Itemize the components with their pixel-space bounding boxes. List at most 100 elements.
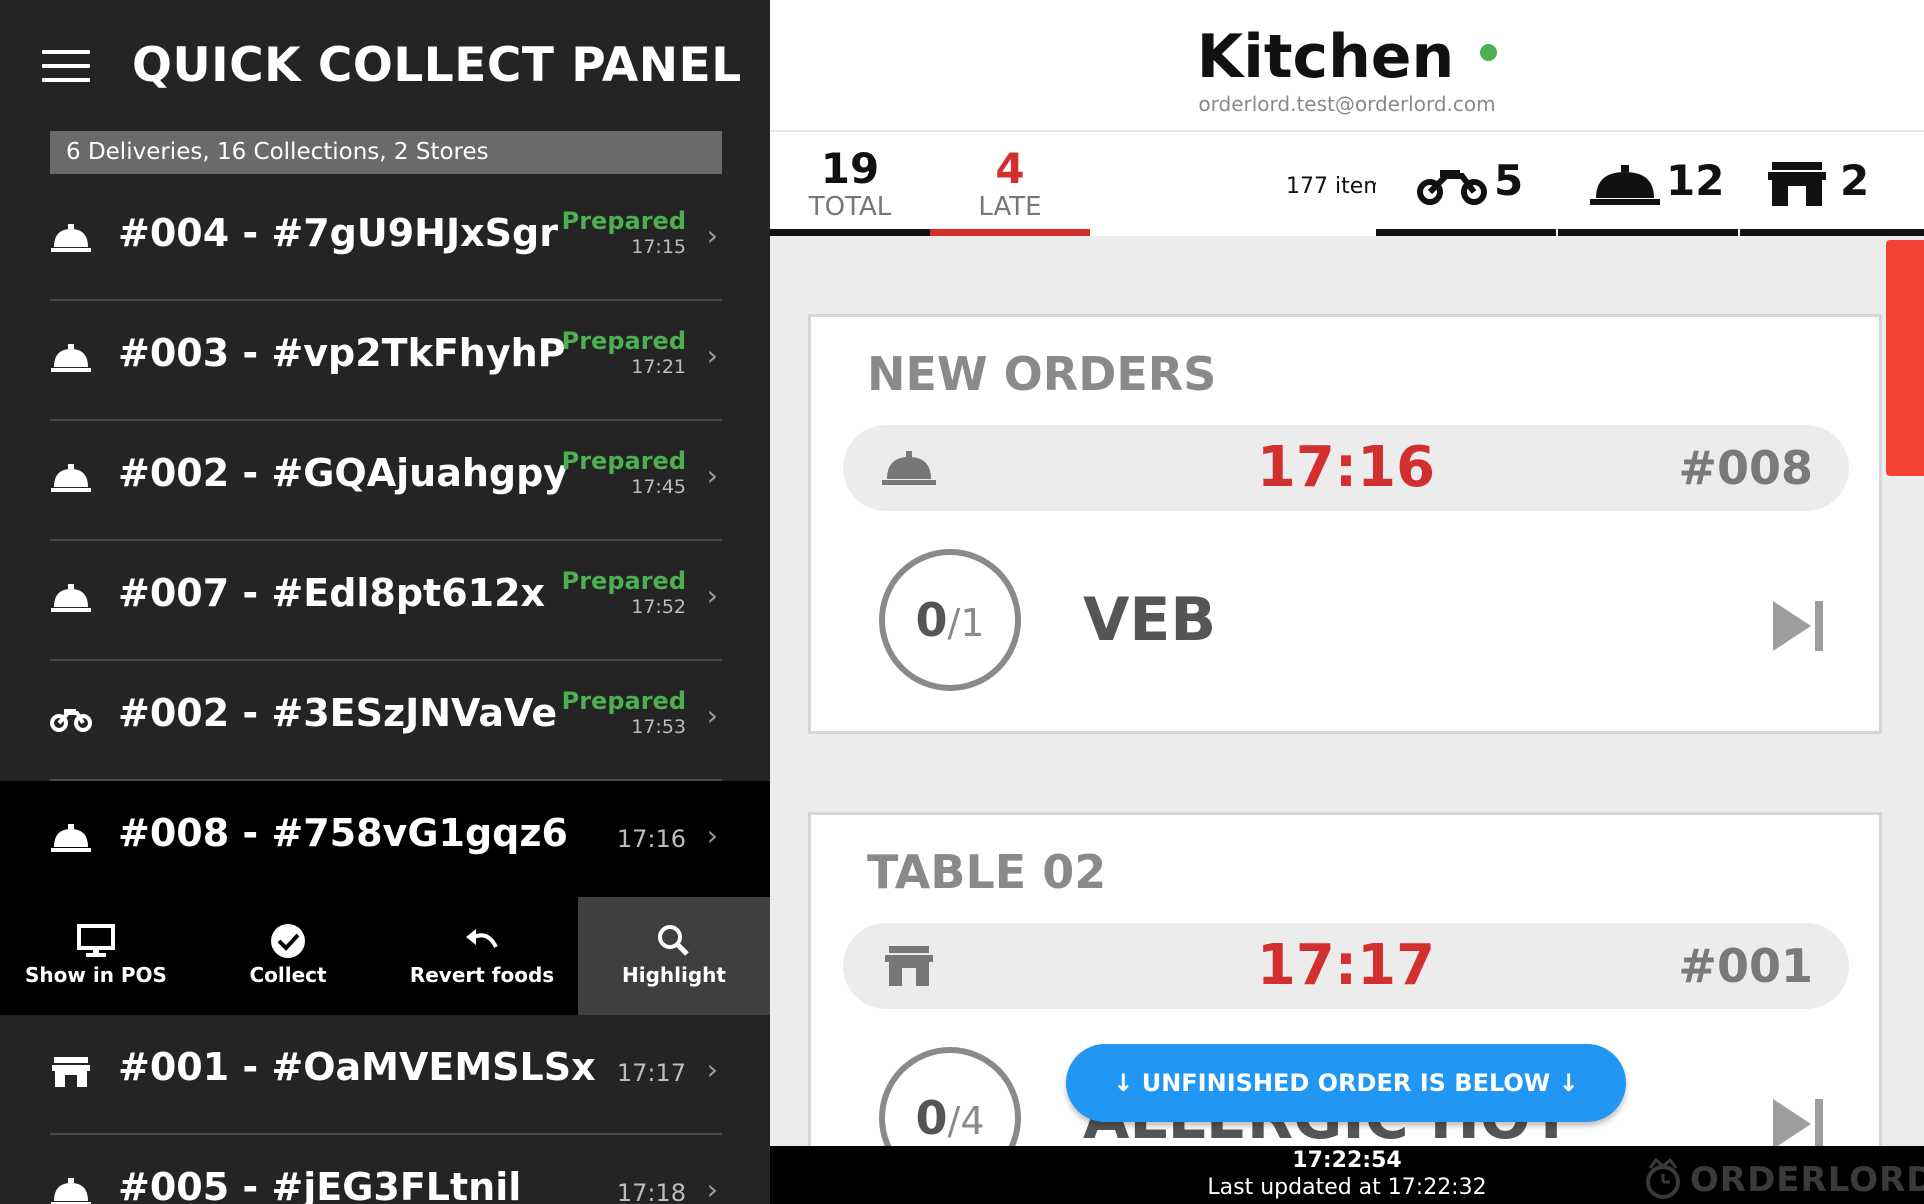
motorbike-icon [50,709,92,732]
cloche-icon [51,1178,91,1204]
tab-underline [1376,229,1556,236]
collection-filter[interactable]: 12 [1558,132,1738,236]
cloche-icon [51,824,91,852]
late-label: LATE [978,192,1042,222]
order-row-selected[interactable]: #008 - #758vG1gqz6 17:16 › [0,781,770,901]
action-label: Collect [249,963,327,987]
tab-underline [770,229,930,236]
total-label: TOTAL [808,192,892,222]
collection-count: 12 [1666,156,1725,205]
show-in-pos-button[interactable]: Show in POS [0,897,192,1015]
cloche-icon [1590,165,1660,205]
order-row[interactable]: #007 - #Edl8pt612x Prepared 17:52 › [0,541,770,661]
cloche-icon [51,344,91,372]
status-text: Prepared [561,327,686,355]
tab-underline [1558,229,1738,236]
action-label: Revert foods [409,963,555,987]
order-stats-bar: 19 TOTAL 4 LATE 177 items 5 12 2 [770,130,1924,236]
order-header-pill[interactable]: 17:16 #008 [843,425,1849,511]
user-email: orderlord.test@orderlord.com [1198,92,1496,116]
status-text: Prepared [561,687,686,715]
revert-foods-button[interactable]: Revert foods [386,897,578,1015]
chevron-right-icon: › [706,1053,718,1086]
delivery-count: 5 [1494,156,1524,205]
order-card: NEW ORDERS 17:16 #008 0/1 VEB [808,314,1882,734]
order-row[interactable]: #004 - #7gU9HJxSgr Prepared 17:15 › [0,181,770,301]
order-row[interactable]: #002 - #GQAjuahgpy Prepared 17:45 › [0,421,770,541]
total-tab[interactable]: 19 TOTAL [770,132,930,236]
order-time: 17:18 [616,1179,686,1204]
status-text: Prepared [561,207,686,235]
unfinished-order-banner[interactable]: ↓ UNFINISHED ORDER IS BELOW ↓ [1066,1044,1626,1122]
kitchen-header: Kitchen orderlord.test@orderlord.com [770,0,1924,130]
order-status: Prepared 17:45 [562,447,686,499]
late-tab[interactable]: 4 LATE [930,132,1090,236]
collect-button[interactable]: Collect [192,897,384,1015]
undo-icon [466,929,498,948]
kitchen-view: Kitchen orderlord.test@orderlord.com 19 … [770,0,1924,1204]
action-label: Highlight [622,963,726,987]
hamburger-menu-icon[interactable] [42,50,90,84]
order-header-pill[interactable]: 17:17 #001 [843,923,1849,1009]
store-icon [1768,162,1826,206]
order-time: 17:16 [616,825,686,853]
delivery-filter[interactable]: 5 [1376,132,1556,236]
order-label: #001 - #OaMVEMSLSx [118,1045,596,1089]
late-count: 4 [995,144,1025,193]
order-time: 17:53 [631,716,686,738]
order-row[interactable]: #003 - #vp2TkFhyhP Prepared 17:21 › [0,301,770,421]
order-action-bar: Show in POS Collect Revert foods Highlig… [0,897,770,1015]
store-icon [52,1057,90,1087]
orders-scroll-area[interactable]: NEW ORDERS 17:16 #008 0/1 VEB TABLE 02 1… [770,236,1924,1146]
order-row[interactable]: #001 - #OaMVEMSLSx 17:17 › [0,1015,770,1135]
order-label: #008 - #758vG1gqz6 [118,811,568,855]
order-list: #004 - #7gU9HJxSgr Prepared 17:15 › #003… [0,181,770,901]
tab-underline [1740,229,1924,236]
progress-total: /4 [947,1099,985,1143]
monitor-icon [77,924,115,957]
item-progress[interactable]: 0/4 [879,1047,1021,1146]
item-name: VEB [1083,585,1217,655]
progress-done: 0 [915,1091,948,1145]
order-status: Prepared 17:52 [562,567,686,619]
order-row[interactable]: #005 - #jEG3FLtnil 17:18 › [0,1135,770,1204]
progress-total: /1 [947,601,985,645]
order-summary: 6 Deliveries, 16 Collections, 2 Stores [50,131,722,174]
order-time: 17:45 [631,476,686,498]
store-filter[interactable]: 2 [1740,132,1924,236]
cloche-icon [51,584,91,612]
order-label: #005 - #jEG3FLtnil [118,1165,522,1204]
chevron-right-icon: › [706,219,718,252]
item-progress[interactable]: 0/1 [879,549,1021,691]
order-label: #004 - #7gU9HJxSgr [118,211,558,255]
skip-next-icon[interactable] [1771,1097,1827,1146]
cloche-icon [51,464,91,492]
progress-done: 0 [915,593,948,647]
orderlord-logo: ORDERLORD [1634,1156,1924,1200]
panel-header: QUICK COLLECT PANEL 6 Deliveries, 16 Col… [0,0,770,174]
search-icon [658,925,689,956]
order-status: Prepared 17:53 [562,687,686,739]
total-count: 19 [820,144,880,193]
skip-next-icon[interactable] [1771,599,1827,653]
order-number: #008 [1678,441,1813,495]
items-count: 177 items [1286,174,1376,199]
scrollbar-thumb[interactable] [1886,240,1924,476]
order-status: Prepared 17:15 [562,207,686,259]
order-time: 17:21 [631,356,686,378]
card-title: NEW ORDERS [867,347,1217,401]
chevron-right-icon: › [706,579,718,612]
order-row[interactable]: #002 - #3ESzJNVaVe Prepared 17:53 › [0,661,770,781]
order-time: 17:15 [631,236,686,258]
cloche-icon [51,224,91,252]
chevron-right-icon: › [706,1173,718,1204]
panel-title: QUICK COLLECT PANEL [132,38,742,93]
order-time: 17:17 [616,1059,686,1087]
highlight-button[interactable]: Highlight [578,897,770,1015]
store-count: 2 [1840,156,1870,205]
chevron-right-icon: › [706,339,718,372]
online-status-dot [1480,43,1498,61]
order-status: Prepared 17:21 [562,327,686,379]
order-label: #007 - #Edl8pt612x [118,571,546,615]
order-list-continued: #001 - #OaMVEMSLSx 17:17 › #005 - #jEG3F… [0,1015,770,1204]
